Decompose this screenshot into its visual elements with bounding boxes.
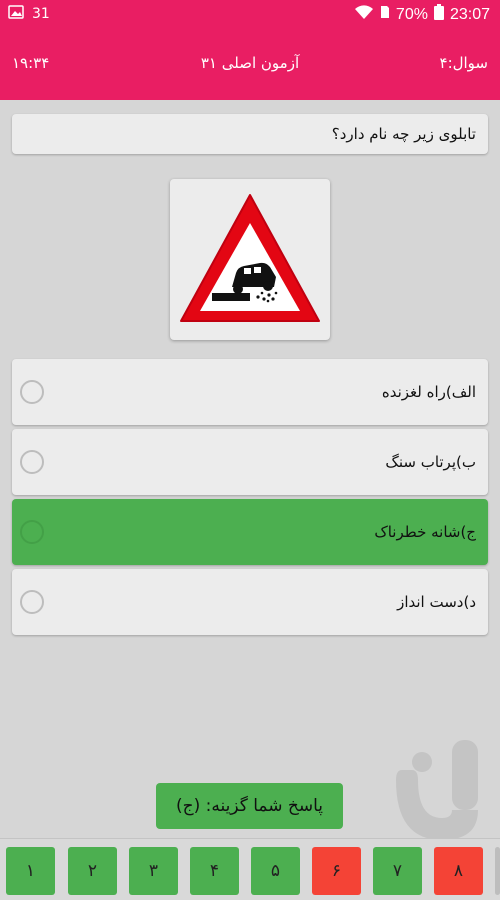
page-title: آزمون اصلی ۳۱: [200, 54, 300, 72]
question-nav-button[interactable]: ۳: [129, 847, 178, 895]
question-nav-button-partial[interactable]: [495, 847, 500, 895]
option-label: ب)پرتاب سنگ: [385, 453, 476, 471]
gallery-icon: [8, 5, 24, 23]
radio-button[interactable]: [20, 520, 44, 544]
question-nav-button[interactable]: ۸: [434, 847, 483, 895]
option-c[interactable]: ج)شانه خطرناک: [12, 499, 488, 565]
battery-level: 70%: [395, 5, 428, 23]
question-nav-button[interactable]: ۱: [6, 847, 55, 895]
sign-image-card: [170, 179, 330, 340]
question-counter: سوال:۴: [439, 54, 489, 72]
option-b[interactable]: ب)پرتاب سنگ: [12, 429, 488, 495]
option-label: الف)راه لغزنده: [381, 383, 476, 401]
option-d[interactable]: د)دست انداز: [12, 569, 488, 635]
question-nav-button[interactable]: ۵: [251, 847, 300, 895]
wifi-icon: [354, 4, 374, 25]
radio-button[interactable]: [20, 380, 44, 404]
question-nav-button[interactable]: ۶: [312, 847, 361, 895]
bazaar-logo-watermark-icon: [396, 740, 478, 840]
status-bar: 31 70% 23:07: [0, 0, 500, 28]
radio-button[interactable]: [20, 450, 44, 474]
question-nav-button[interactable]: ۲: [68, 847, 117, 895]
battery-icon: [433, 4, 444, 25]
notification-count: 31: [32, 6, 50, 22]
radio-button[interactable]: [20, 590, 44, 614]
question-text: تابلوی زیر چه نام دارد؟: [12, 114, 488, 154]
app-header: ۱۹:۳۴ آزمون اصلی ۳۱ سوال:۴: [0, 28, 500, 100]
sim-icon: [380, 5, 390, 24]
option-label: د)دست انداز: [397, 593, 476, 611]
clock: 23:07: [449, 5, 490, 23]
question-nav-button[interactable]: ۴: [190, 847, 239, 895]
soft-shoulder-warning-sign-icon: [180, 194, 320, 322]
question-nav-button[interactable]: ۷: [373, 847, 422, 895]
option-a[interactable]: الف)راه لغزنده: [12, 359, 488, 425]
question-nav-bar: ۱ ۲ ۳ ۴ ۵ ۶ ۷ ۸: [0, 838, 500, 900]
your-answer-badge: پاسخ شما گزینه: (ج): [156, 783, 343, 829]
option-label: ج)شانه خطرناک: [374, 523, 476, 541]
